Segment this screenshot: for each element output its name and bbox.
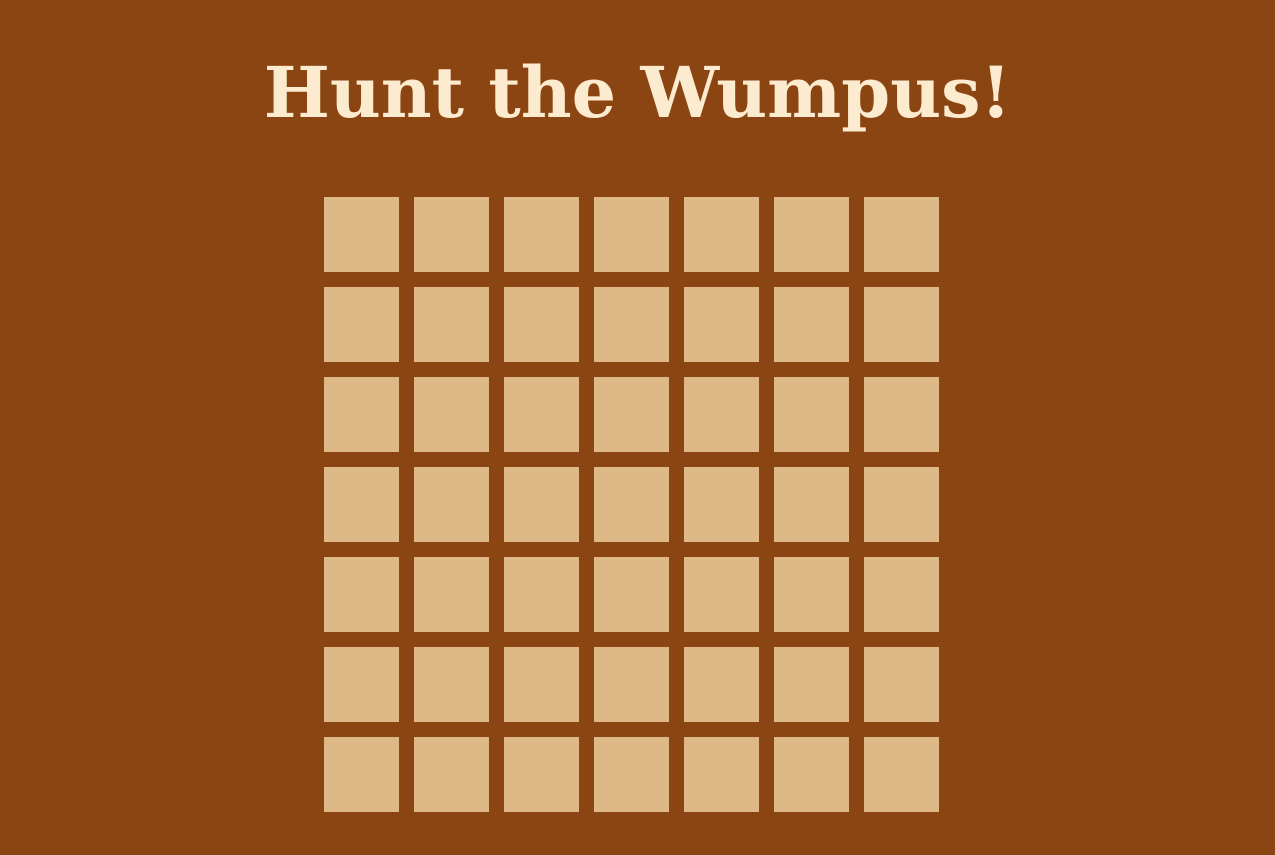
board-cell-4-3[interactable] <box>594 557 669 632</box>
board-cell-4-0[interactable] <box>324 557 399 632</box>
board-cell-3-4[interactable] <box>684 467 759 542</box>
board-cell-0-3[interactable] <box>594 197 669 272</box>
board-cell-5-1[interactable] <box>414 647 489 722</box>
board-cell-1-2[interactable] <box>504 287 579 362</box>
board-cell-1-3[interactable] <box>594 287 669 362</box>
board-cell-2-6[interactable] <box>864 377 939 452</box>
board-cell-6-0[interactable] <box>324 737 399 812</box>
board-cell-1-5[interactable] <box>774 287 849 362</box>
game-board <box>324 197 939 812</box>
board-cell-6-5[interactable] <box>774 737 849 812</box>
board-cell-4-4[interactable] <box>684 557 759 632</box>
board-cell-4-2[interactable] <box>504 557 579 632</box>
board-cell-3-6[interactable] <box>864 467 939 542</box>
board-cell-0-6[interactable] <box>864 197 939 272</box>
board-cell-3-0[interactable] <box>324 467 399 542</box>
board-cell-1-0[interactable] <box>324 287 399 362</box>
board-cell-1-1[interactable] <box>414 287 489 362</box>
board-cell-6-4[interactable] <box>684 737 759 812</box>
board-cell-1-4[interactable] <box>684 287 759 362</box>
board-cell-5-4[interactable] <box>684 647 759 722</box>
board-cell-5-2[interactable] <box>504 647 579 722</box>
board-cell-2-3[interactable] <box>594 377 669 452</box>
board-cell-0-2[interactable] <box>504 197 579 272</box>
board-cell-0-4[interactable] <box>684 197 759 272</box>
board-cell-2-5[interactable] <box>774 377 849 452</box>
board-cell-6-2[interactable] <box>504 737 579 812</box>
board-cell-5-5[interactable] <box>774 647 849 722</box>
board-cell-4-1[interactable] <box>414 557 489 632</box>
board-cell-6-3[interactable] <box>594 737 669 812</box>
board-cell-5-6[interactable] <box>864 647 939 722</box>
page-title: Hunt the Wumpus! <box>263 51 1012 134</box>
board-cell-5-3[interactable] <box>594 647 669 722</box>
board-cell-6-6[interactable] <box>864 737 939 812</box>
board-cell-3-2[interactable] <box>504 467 579 542</box>
board-cell-4-5[interactable] <box>774 557 849 632</box>
board-cell-0-1[interactable] <box>414 197 489 272</box>
board-cell-2-4[interactable] <box>684 377 759 452</box>
board-cell-0-0[interactable] <box>324 197 399 272</box>
board-cell-1-6[interactable] <box>864 287 939 362</box>
board-cell-3-1[interactable] <box>414 467 489 542</box>
board-cell-3-5[interactable] <box>774 467 849 542</box>
board-cell-2-0[interactable] <box>324 377 399 452</box>
board-cell-5-0[interactable] <box>324 647 399 722</box>
board-cell-2-2[interactable] <box>504 377 579 452</box>
board-cell-6-1[interactable] <box>414 737 489 812</box>
board-cell-0-5[interactable] <box>774 197 849 272</box>
board-cell-4-6[interactable] <box>864 557 939 632</box>
board-cell-2-1[interactable] <box>414 377 489 452</box>
board-cell-3-3[interactable] <box>594 467 669 542</box>
